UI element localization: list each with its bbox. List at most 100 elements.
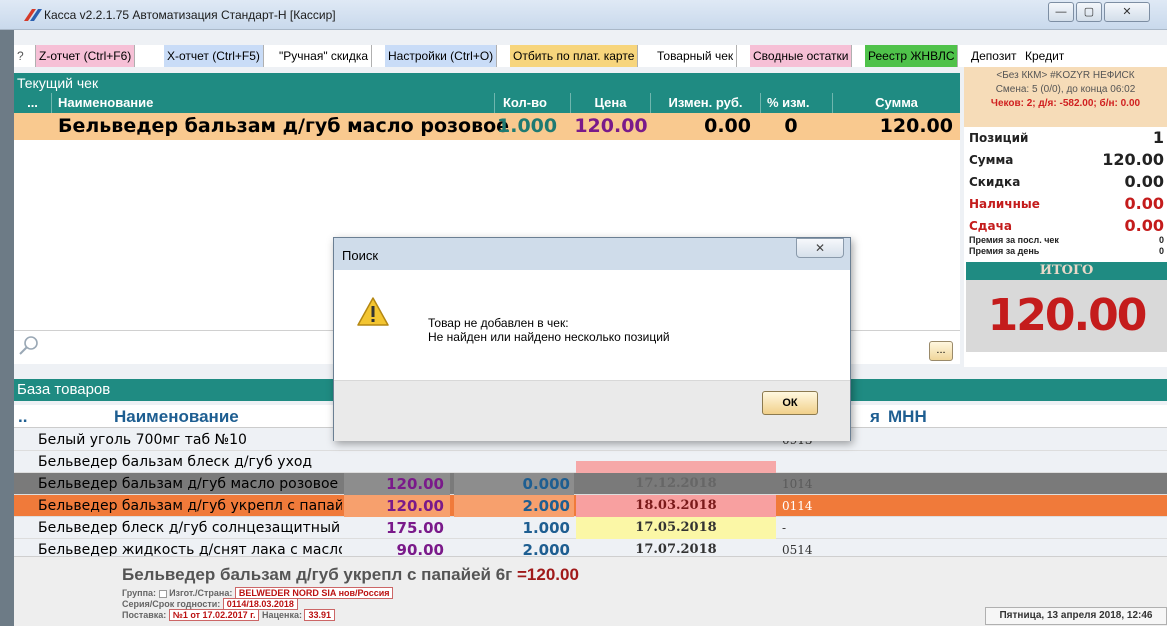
discount-label: Скидка (969, 175, 1021, 189)
sum-value: 120.00 (1102, 150, 1164, 169)
product-name: Бельведер блеск д/губ солнцезащитный (38, 520, 341, 536)
sum-row: Сумма 120.00 (969, 150, 1164, 169)
bonus-last-value: 0 (1158, 235, 1164, 245)
bonus-day-label: Премия за день (969, 246, 1040, 256)
bonus-last-row: Премия за посл. чек 0 (969, 235, 1164, 245)
details-supply-line: Поставка: №1 от 17.02.2017 г. Наценка: 3… (122, 609, 336, 621)
credit-button[interactable]: Кредит (1022, 45, 1067, 67)
cash-row: Наличные 0.00 (969, 194, 1164, 213)
supply-value: №1 от 17.02.2017 г. (168, 609, 260, 621)
register-name: <Без ККМ> #KOZYR НЕФИСК (996, 70, 1135, 81)
stock-summary-button[interactable]: Сводные остатки (750, 45, 853, 67)
check-row-change: 0.00 (704, 115, 751, 137)
check-row[interactable]: Бельведер бальзам д/губ масло розовое 1.… (14, 113, 960, 140)
product-date-fill (576, 461, 776, 473)
ok-button[interactable]: ОК (762, 391, 818, 415)
search-dialog: Поиск ✕ Товар не добавлен в чек: Не найд… (333, 237, 851, 441)
col-pct[interactable]: % изм. (761, 93, 833, 113)
products-col-a[interactable]: я (870, 405, 880, 428)
bonus-day-value: 0 (1158, 246, 1164, 256)
title-bar: Касса v2.2.1.75 Автоматизация Стандарт-Н… (0, 0, 1167, 30)
deposit-button[interactable]: Депозит (968, 45, 1020, 67)
close-window-button[interactable]: ✕ (1104, 2, 1150, 22)
col-change[interactable]: Измен. руб. (651, 93, 761, 113)
product-name: Бельведер бальзам д/губ укрепл с папайей (38, 498, 342, 514)
minimize-button[interactable]: — (1048, 2, 1074, 22)
warning-icon (357, 297, 389, 326)
dialog-message-line2: Не найден или найдено несколько позиций (428, 330, 670, 344)
registry-button[interactable]: Реестр ЖНВЛС (865, 45, 959, 67)
dialog-title: Поиск (342, 248, 379, 263)
discount-value: 0.00 (1124, 172, 1164, 191)
supply-label: Поставка: (122, 610, 167, 620)
goods-receipt-button[interactable]: Товарный чек (654, 45, 738, 67)
settings-button[interactable]: Настройки (Ctrl+O) (385, 45, 498, 67)
maximize-button[interactable]: ▢ (1076, 2, 1102, 22)
product-qty: 0.000 (454, 473, 574, 495)
check-row-name: Бельведер бальзам д/губ масло розовое (58, 115, 510, 137)
product-qty: 1.000 (522, 519, 570, 537)
maximize-icon: ▢ (1083, 6, 1095, 18)
product-expiry: 17.12.2018 (635, 476, 717, 491)
cash-label: Наличные (969, 197, 1040, 211)
dialog-footer: ОК (334, 380, 850, 441)
product-series: - (782, 521, 787, 535)
change-label: Сдача (969, 219, 1012, 233)
details-title: Бельведер бальзам д/губ укрепл с папайей… (122, 565, 579, 585)
maker-label: Изгот./Страна: (169, 588, 233, 598)
dialog-body: Товар не добавлен в чек: Не найден или н… (334, 270, 850, 380)
cash-register-info: <Без ККМ> #KOZYR НЕФИСК Смена: 5 (0/0), … (964, 67, 1167, 127)
bonus-last-label: Премия за посл. чек (969, 235, 1059, 245)
close-icon: ✕ (1122, 6, 1132, 18)
col-name[interactable]: Наименование (54, 93, 495, 113)
product-row-selected[interactable]: Бельведер бальзам д/губ масло розовое 12… (14, 473, 1167, 495)
col-qty[interactable]: Кол-во (497, 93, 571, 113)
change-value: 0.00 (1124, 216, 1164, 235)
card-payment-button[interactable]: Отбить по плат. карте (510, 45, 639, 67)
products-col-dots[interactable]: .. (18, 405, 27, 428)
product-price: 120.00 (344, 473, 450, 495)
itogo-label: ИТОГО (966, 262, 1167, 280)
help-menu-item[interactable]: ? (14, 45, 36, 67)
check-row-pct: 0 (784, 115, 798, 137)
products-col-name[interactable]: Наименование (114, 405, 239, 428)
product-expiry: 17.05.2018 (576, 517, 776, 539)
more-button[interactable]: ... (929, 341, 953, 361)
window-title: Касса v2.2.1.75 Автоматизация Стандарт-Н… (44, 8, 336, 22)
minimize-icon: — (1055, 6, 1067, 18)
col-price[interactable]: Цена (571, 93, 651, 113)
col-sum[interactable]: Сумма (833, 93, 960, 113)
markup-value: 33.91 (304, 609, 336, 621)
product-series: 0114 (782, 499, 813, 513)
product-name: Бельведер бальзам д/губ масло розовое (38, 476, 339, 492)
product-details-panel: Бельведер бальзам д/губ укрепл с папайей… (14, 556, 1167, 626)
product-price: 175.00 (386, 519, 444, 537)
check-row-sum: 120.00 (879, 115, 953, 137)
z-report-button[interactable]: Z-отчет (Ctrl+F6) (36, 45, 136, 67)
group-label: Группа: (122, 588, 157, 598)
markup-label: Наценка: (261, 610, 302, 620)
datetime-status: Пятница, 13 апреля 2018, 12:46 (985, 607, 1167, 625)
check-row-price: 120.00 (574, 115, 648, 137)
kassa-window: Касса v2.2.1.75 Автоматизация Стандарт-Н… (0, 0, 1167, 626)
product-price: 120.00 (344, 495, 450, 517)
current-check-header: ... Наименование Кол-во Цена Измен. руб.… (14, 93, 960, 113)
product-row-active[interactable]: Бельведер бальзам д/губ укрепл с папайей… (14, 495, 1167, 517)
app-logo-icon (24, 9, 42, 21)
details-price: =120.00 (516, 565, 579, 584)
x-report-button[interactable]: X-отчет (Ctrl+F5) (164, 45, 264, 67)
product-expiry: 18.03.2018 (576, 495, 776, 517)
search-icon[interactable] (18, 335, 40, 357)
toolbar-menu: ? Z-отчет (Ctrl+F6) X-отчет (Ctrl+F5) "Р… (14, 45, 1167, 67)
product-row[interactable]: Бельведер бальзам блеск д/губ уход (14, 451, 1167, 473)
details-name: Бельведер бальзам д/губ укрепл с папайей… (122, 565, 513, 584)
check-row-qty: 1.000 (497, 115, 558, 137)
manual-discount-button[interactable]: "Ручная" скидка (276, 45, 373, 67)
product-row[interactable]: Бельведер блеск д/губ солнцезащитный 175… (14, 517, 1167, 539)
change-row: Сдача 0.00 (969, 216, 1164, 235)
series-label: Серия/Срок годности: (122, 599, 221, 609)
products-col-mnn[interactable]: МНН (888, 405, 927, 428)
col-dots[interactable]: ... (14, 93, 52, 113)
group-checkbox[interactable] (158, 589, 167, 598)
dialog-close-button[interactable]: ✕ (796, 238, 844, 258)
